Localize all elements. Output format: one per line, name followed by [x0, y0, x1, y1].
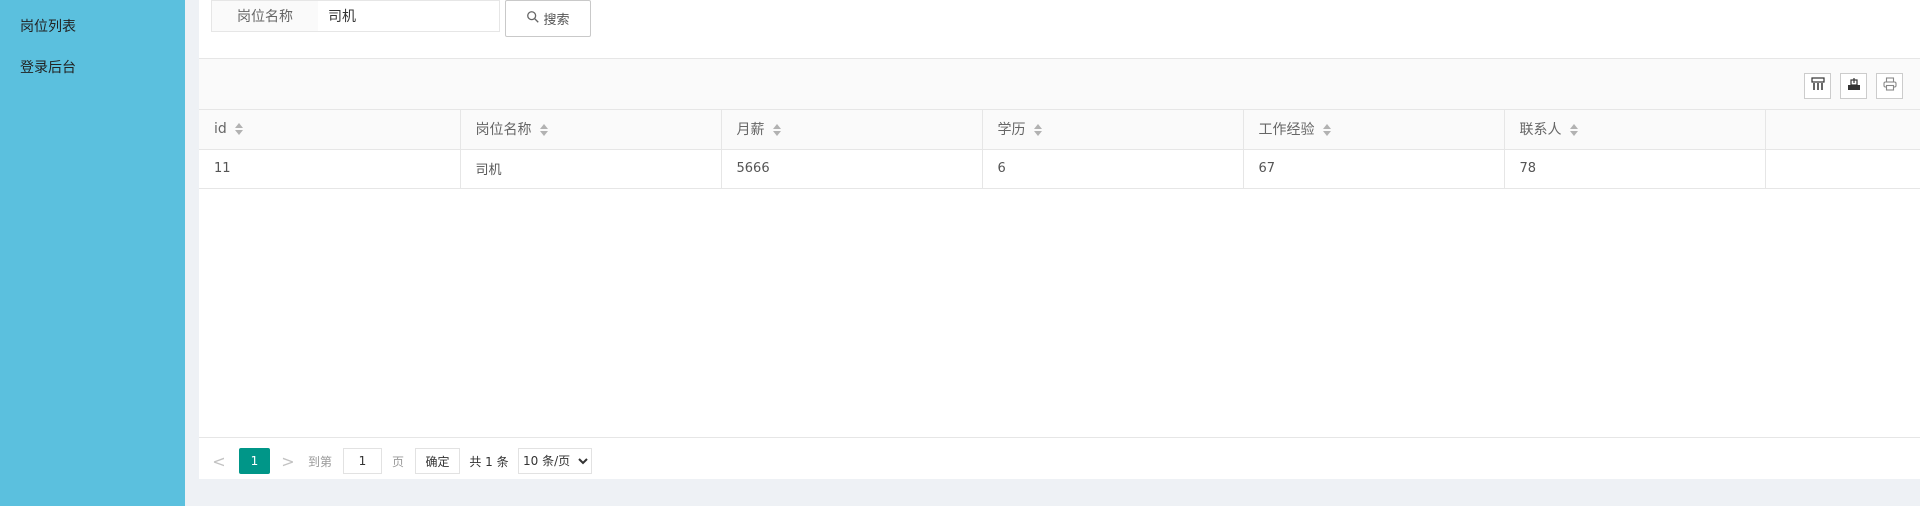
sort-icon[interactable]	[234, 123, 243, 136]
columns-filter-button[interactable]	[1804, 73, 1831, 99]
total-count: 共 1 条	[469, 454, 509, 469]
search-panel: 岗位名称 搜索	[199, 0, 1920, 58]
table-panel: id 岗位名称 月薪 学历 工作经验 联系人 11 司机 5666 6 67 7…	[199, 58, 1920, 479]
table-toolbar	[199, 59, 1920, 110]
cell-salary: 5666	[721, 149, 983, 189]
cell-experience: 67	[1243, 149, 1505, 189]
sort-icon[interactable]	[1569, 124, 1578, 137]
column-header-job-name[interactable]: 岗位名称	[460, 110, 722, 150]
next-page-button[interactable]: >	[278, 448, 298, 474]
cell-job-name: 司机	[460, 149, 722, 189]
column-header-salary[interactable]: 月薪	[721, 110, 983, 150]
sort-icon[interactable]	[539, 124, 548, 137]
sidebar: 岗位列表 登录后台	[0, 0, 185, 506]
column-header-id[interactable]: id	[199, 110, 461, 150]
chevron-left-icon: <	[212, 451, 226, 471]
chevron-right-icon: >	[281, 451, 295, 471]
current-page-button[interactable]: 1	[239, 448, 270, 474]
page-size-select[interactable]: 10 条/页	[518, 448, 592, 474]
sort-icon[interactable]	[1322, 124, 1331, 137]
search-button-label: 搜索	[543, 13, 570, 28]
search-field-label: 岗位名称	[211, 0, 319, 32]
jobs-table: id 岗位名称 月薪 学历 工作经验 联系人 11 司机 5666 6 67 7…	[199, 110, 1920, 189]
export-button[interactable]	[1840, 73, 1867, 99]
search-button[interactable]: 搜索	[505, 0, 591, 37]
sort-icon[interactable]	[1033, 124, 1042, 137]
sort-icon[interactable]	[772, 124, 781, 137]
column-header-experience[interactable]: 工作经验	[1243, 110, 1505, 150]
column-header-contact[interactable]: 联系人	[1504, 110, 1766, 150]
cell-education: 6	[982, 149, 1244, 189]
columns-filter-icon	[1810, 77, 1825, 95]
cell-id: 11	[199, 149, 461, 189]
prev-page-button[interactable]: <	[209, 448, 229, 474]
sidebar-item-job-list[interactable]: 岗位列表	[20, 16, 76, 36]
goto-page-input[interactable]	[343, 448, 382, 474]
cell-actions	[1765, 149, 1920, 189]
print-button[interactable]	[1876, 73, 1903, 99]
search-icon	[526, 10, 540, 28]
job-name-search-input[interactable]	[318, 0, 500, 32]
export-icon	[1847, 77, 1861, 95]
page-unit-label: 页	[391, 454, 404, 469]
goto-confirm-button[interactable]: 确定	[415, 448, 460, 474]
column-header-education[interactable]: 学历	[982, 110, 1244, 150]
column-header-actions	[1765, 110, 1920, 150]
cell-contact: 78	[1504, 149, 1766, 189]
sidebar-item-admin-login[interactable]: 登录后台	[20, 57, 76, 77]
pagination: < 1 > 到第 页 确定 共 1 条 10 条/页	[199, 437, 1920, 479]
table-row[interactable]: 11 司机 5666 6 67 78	[199, 149, 1920, 189]
print-icon	[1882, 77, 1897, 95]
table-header-row: id 岗位名称 月薪 学历 工作经验 联系人	[199, 110, 1920, 150]
goto-label: 到第	[307, 454, 332, 469]
